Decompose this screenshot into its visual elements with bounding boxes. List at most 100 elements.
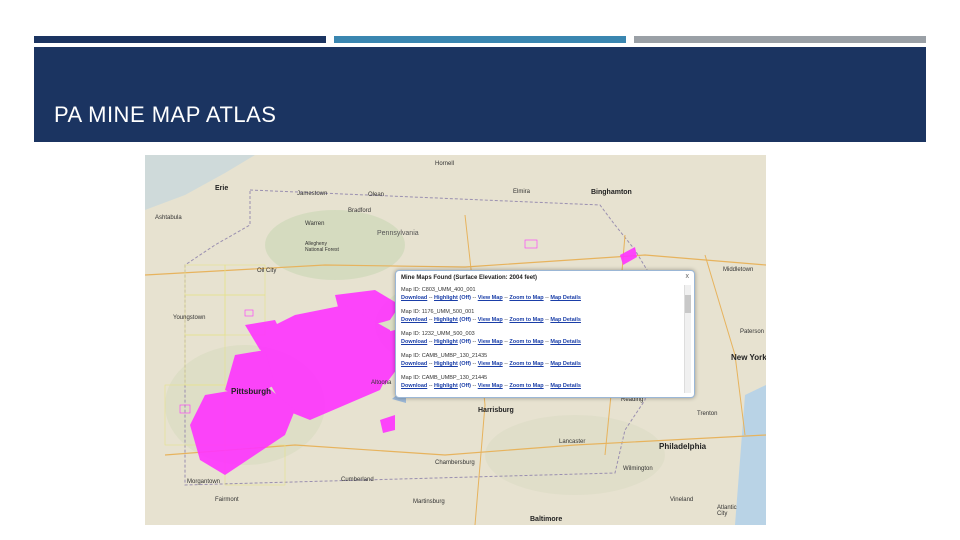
label-wilmington: Wilmington	[623, 466, 653, 472]
zoom-to-map-link[interactable]: Zoom to Map	[509, 295, 543, 301]
separator: --	[545, 383, 549, 389]
view-map-link[interactable]: View Map	[478, 317, 503, 323]
highlight-link[interactable]: Highlight	[434, 361, 458, 367]
highlight-state: (Off)	[459, 295, 471, 301]
highlight-link[interactable]: Highlight	[434, 339, 458, 345]
map-details-link[interactable]: Map Details	[550, 339, 581, 345]
map-entry: Map ID: C803_UMM_400_001 Download -- Hig…	[401, 286, 679, 308]
map-entry: Map ID: CAMB_UMBP_130_21445 Download -- …	[401, 374, 679, 392]
scrollbar-thumb[interactable]	[685, 295, 691, 313]
label-binghamton: Binghamton	[591, 189, 632, 196]
label-baltimore: Baltimore	[530, 516, 563, 523]
separator: --	[472, 295, 477, 301]
highlight-link[interactable]: Highlight	[434, 295, 458, 301]
zoom-to-map-link[interactable]: Zoom to Map	[509, 317, 543, 323]
label-harrisburg: Harrisburg	[478, 407, 514, 414]
highlight-link[interactable]: Highlight	[434, 383, 458, 389]
zoom-to-map-link[interactable]: Zoom to Map	[509, 361, 543, 367]
separator: --	[472, 361, 477, 367]
separator: --	[504, 339, 508, 345]
separator: --	[504, 361, 508, 367]
separator: --	[545, 295, 549, 301]
label-ashtabula: Ashtabula	[155, 215, 182, 221]
separator: --	[504, 295, 508, 301]
label-atlantic-city: Atlantic City	[717, 505, 737, 517]
map-id: Map ID: 1232_UMM_500_003	[401, 331, 475, 337]
separator: --	[472, 383, 477, 389]
download-link[interactable]: Download	[401, 383, 427, 389]
highlight-state: (Off)	[459, 317, 471, 323]
label-hornell: Hornell	[435, 161, 455, 167]
label-new-york: New York	[731, 353, 766, 362]
label-lancaster: Lancaster	[559, 439, 586, 445]
zoom-to-map-link[interactable]: Zoom to Map	[509, 339, 543, 345]
separator: --	[545, 361, 549, 367]
view-map-link[interactable]: View Map	[478, 295, 503, 301]
separator: --	[504, 383, 508, 389]
label-cumberland: Cumberland	[341, 477, 374, 483]
accent-bar-blue	[334, 36, 626, 43]
label-vineland: Vineland	[670, 497, 694, 503]
popup-title: Mine Maps Found (Surface Elevation: 2004…	[401, 275, 538, 281]
separator: --	[428, 383, 433, 389]
separator: --	[428, 361, 433, 367]
map-id: Map ID: CAMB_UMBP_130_21435	[401, 353, 488, 359]
view-map-link[interactable]: View Map	[478, 339, 503, 345]
popup-scrollbar[interactable]	[684, 285, 691, 393]
separator: --	[428, 339, 433, 345]
view-map-link[interactable]: View Map	[478, 361, 503, 367]
map-id: Map ID: C803_UMM_400_001	[401, 287, 476, 293]
map-details-link[interactable]: Map Details	[550, 361, 581, 367]
label-chambersburg: Chambersburg	[435, 460, 475, 466]
label-martinsburg: Martinsburg	[413, 499, 445, 505]
view-map-link[interactable]: View Map	[478, 383, 503, 389]
label-altoona: Altoona	[371, 380, 392, 386]
map-screenshot[interactable]: Hornell Erie Jamestown Olean Elmira Bing…	[145, 155, 766, 525]
map-details-link[interactable]: Map Details	[550, 295, 581, 301]
title-band: PA MINE MAP ATLAS	[34, 47, 926, 142]
map-id: Map ID: 1176_UMM_500_001	[401, 309, 475, 315]
separator: --	[504, 317, 508, 323]
label-oil-city: Oil City	[257, 268, 277, 274]
label-allegheny: Allegheny National Forest	[305, 241, 339, 253]
map-entry: Map ID: 1176_UMM_500_001 Download -- Hig…	[401, 308, 679, 330]
separator: --	[428, 317, 433, 323]
highlight-link[interactable]: Highlight	[434, 317, 458, 323]
download-link[interactable]: Download	[401, 317, 427, 323]
popup-map-list[interactable]: Map ID: C803_UMM_400_001 Download -- Hig…	[401, 286, 679, 392]
separator: --	[545, 317, 549, 323]
accent-bar-gray	[634, 36, 926, 43]
separator: --	[428, 295, 433, 301]
label-morgantown: Morgantown	[187, 479, 221, 485]
label-paterson: Paterson	[740, 329, 765, 335]
close-icon[interactable]: x	[686, 273, 690, 280]
label-pennsylvania: Pennsylvania	[377, 230, 419, 237]
label-philadelphia: Philadelphia	[659, 442, 707, 451]
label-trenton: Trenton	[697, 411, 718, 417]
separator: --	[472, 317, 477, 323]
label-jamestown: Jamestown	[297, 191, 328, 197]
map-id: Map ID: CAMB_UMBP_130_21445	[401, 375, 488, 381]
highlight-state: (Off)	[459, 339, 471, 345]
download-link[interactable]: Download	[401, 295, 427, 301]
download-link[interactable]: Download	[401, 361, 427, 367]
mine-maps-popup[interactable]: Mine Maps Found (Surface Elevation: 2004…	[395, 270, 695, 398]
label-fairmont: Fairmont	[215, 497, 239, 503]
separator: --	[472, 339, 477, 345]
download-link[interactable]: Download	[401, 339, 427, 345]
label-olean: Olean	[368, 192, 385, 198]
map-entry: Map ID: CAMB_UMBP_130_21435 Download -- …	[401, 352, 679, 374]
highlight-state: (Off)	[459, 361, 471, 367]
label-youngstown: Youngstown	[173, 315, 206, 321]
accent-bar-dark	[34, 36, 326, 43]
map-details-link[interactable]: Map Details	[550, 383, 581, 389]
label-bradford: Bradford	[348, 208, 372, 214]
zoom-to-map-link[interactable]: Zoom to Map	[509, 383, 543, 389]
separator: --	[545, 339, 549, 345]
label-middletown: Middletown	[723, 267, 754, 273]
label-elmira: Elmira	[513, 189, 531, 195]
label-pittsburgh: Pittsburgh	[231, 387, 271, 396]
map-details-link[interactable]: Map Details	[550, 317, 581, 323]
label-warren: Warren	[305, 221, 325, 227]
label-erie: Erie	[215, 185, 229, 192]
